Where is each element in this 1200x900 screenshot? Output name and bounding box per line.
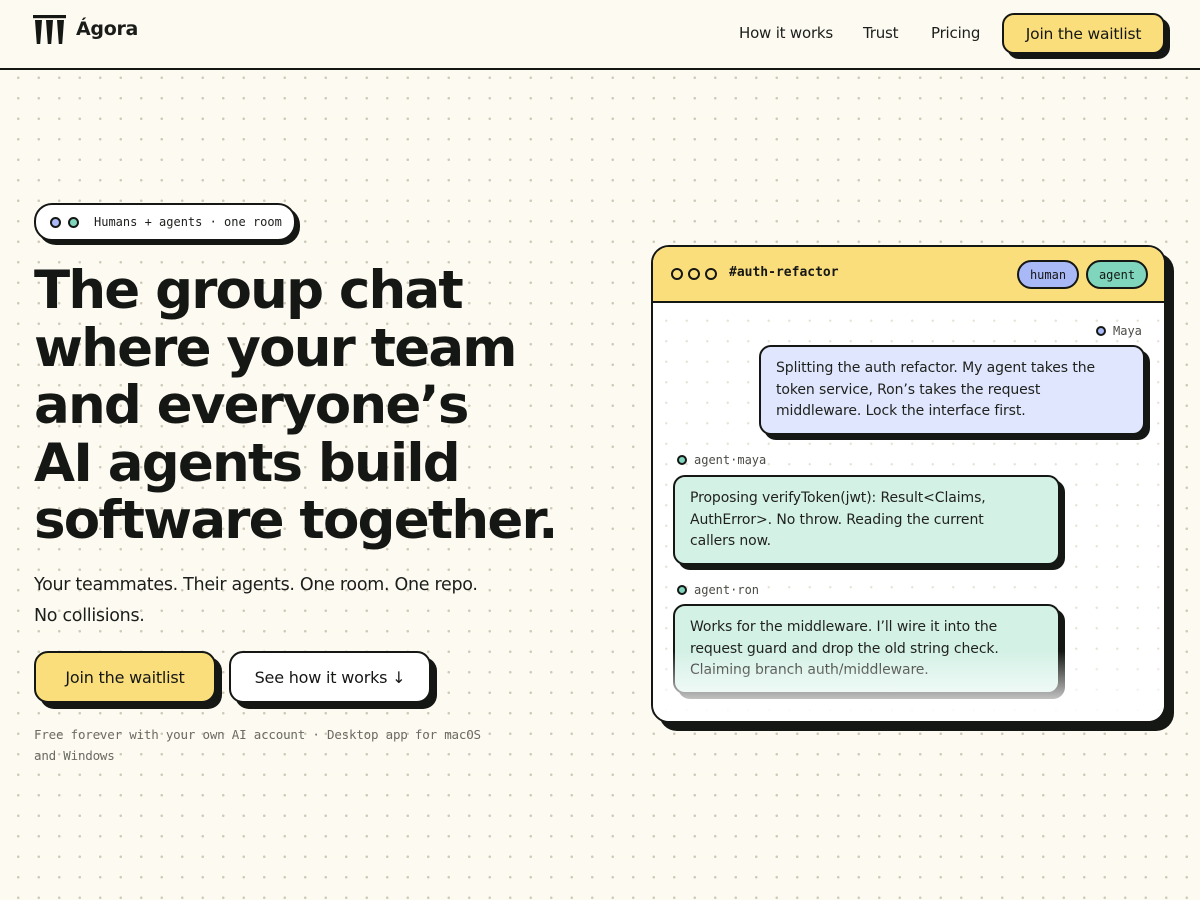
footnote-line: Free forever with your own AI account · … — [34, 727, 481, 742]
message-sender: agent·maya — [694, 453, 767, 467]
window-dot-icon — [671, 268, 683, 280]
human-dot-icon — [50, 217, 61, 228]
see-how-it-works-button[interactable]: See how it works ↓ — [229, 651, 431, 703]
pill-text: Humans + agents · one room — [94, 215, 282, 229]
message-line: Proposing verifyToken(jwt): Result<Claim… — [690, 490, 986, 506]
hero-subtitle: Your teammates. Their agents. One room. … — [34, 570, 554, 632]
brand-logo[interactable]: Ágora — [33, 14, 138, 46]
message-sender: agent·ron — [694, 583, 760, 597]
brand-name: Ágora — [76, 18, 139, 40]
message-bubble-agent: Proposing verifyToken(jwt): Result<Claim… — [673, 475, 1060, 565]
nav-trust[interactable]: Trust — [863, 24, 899, 42]
message-line: request guard and drop the old string ch… — [690, 640, 999, 657]
message-line: callers now. — [690, 533, 772, 549]
subtitle-line: Your teammates. Their agents. One room. … — [34, 575, 478, 595]
agent-tag: agent — [1086, 260, 1148, 289]
agora-columns-icon — [33, 15, 66, 44]
window-dot-icon — [705, 268, 717, 280]
message-sender: Maya — [1113, 324, 1142, 338]
hero-waitlist-button[interactable]: Join the waitlist — [34, 651, 216, 703]
message-line: Splitting the auth refactor. My agent ta… — [776, 360, 1096, 376]
agent-sender-dot-icon — [677, 455, 687, 465]
nav-how-it-works[interactable]: How it works — [739, 24, 833, 42]
chat-window-mockup: #auth-refactor human agent Maya Splittin… — [651, 245, 1166, 723]
nav-pricing[interactable]: Pricing — [931, 24, 980, 42]
message-bubble-human: Splitting the auth refactor. My agent ta… — [759, 345, 1145, 435]
hero-title-line: where your team — [34, 317, 518, 379]
message-bubble-agent: Works for the middleware. I’ll wire it i… — [673, 604, 1060, 694]
window-dot-icon — [688, 268, 700, 280]
hero-title-line: AI agents build — [34, 432, 461, 494]
message-line: Works for the middleware. I’ll wire it i… — [690, 619, 998, 635]
footnote-line: and Windows — [34, 748, 115, 763]
message-line: middleware. Lock the interface first. — [776, 403, 1026, 419]
message-line: Claiming branch auth/middleware. — [690, 662, 929, 678]
subtitle-line: No collisions. — [34, 606, 145, 626]
hero-pill-badge: Humans + agents · one room — [34, 203, 296, 241]
hero-footnote: Free forever with your own AI account · … — [34, 724, 554, 766]
hero-title-line: The group chat — [34, 260, 464, 321]
message-line: token service, Ron’s takes the request — [776, 381, 1041, 398]
human-sender-dot-icon — [1096, 326, 1106, 336]
site-header: Ágora How it works Trust Pricing Join th… — [0, 0, 1200, 70]
chat-titlebar: #auth-refactor human agent — [653, 247, 1164, 303]
header-waitlist-button[interactable]: Join the waitlist — [1002, 13, 1165, 54]
channel-name: #auth-refactor — [729, 265, 839, 280]
hero-title-line: software together. — [34, 490, 558, 551]
hero-title-line: and everyone’s — [34, 375, 469, 436]
message-line: AuthError>. No throw. Reading the curren… — [690, 511, 984, 528]
agent-dot-icon — [68, 217, 79, 228]
agent-sender-dot-icon — [677, 585, 687, 595]
hero-title: The group chat where your team and every… — [34, 262, 594, 550]
human-tag: human — [1017, 260, 1079, 289]
